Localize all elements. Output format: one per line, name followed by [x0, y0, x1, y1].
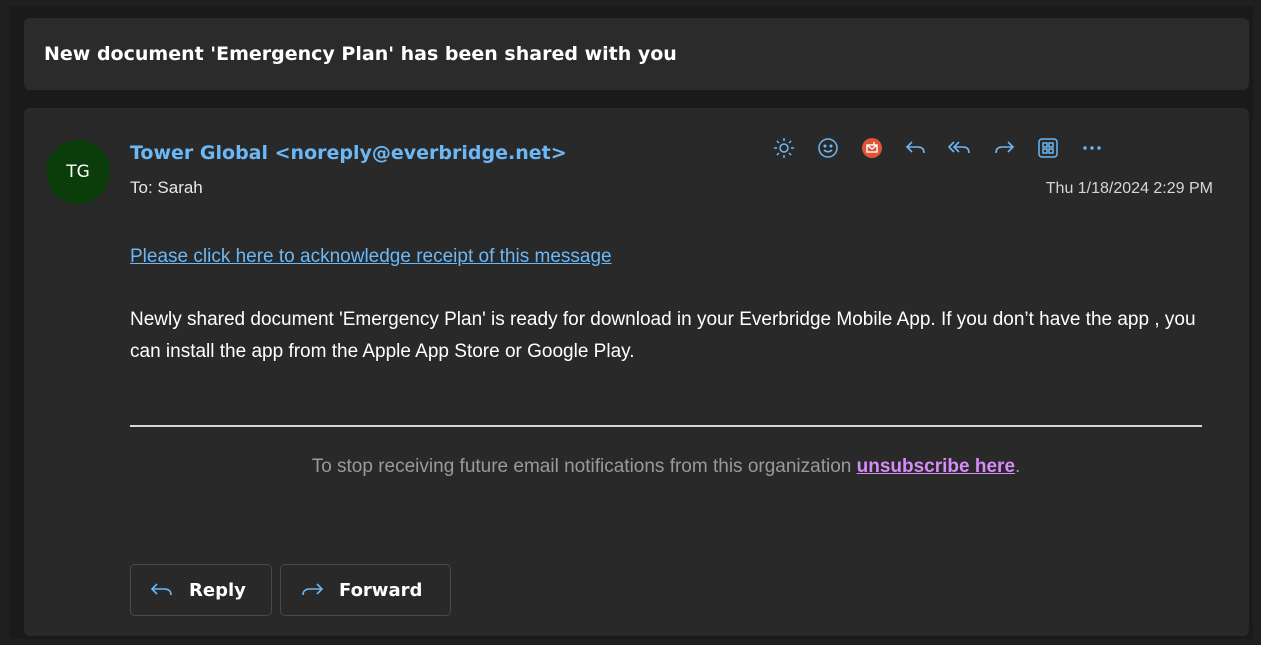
message-body: Newly shared document 'Emergency Plan' i… — [130, 309, 1196, 362]
forward-icon — [299, 580, 325, 600]
message-card: TG Tower Global <noreply@everbridge.net>… — [24, 108, 1249, 636]
more-icon[interactable] — [1070, 130, 1114, 166]
avatar-initials: TG — [66, 162, 90, 182]
unsubscribe-notice: To stop receiving future email notificat… — [130, 456, 1202, 478]
subject-bar: New document 'Emergency Plan' has been s… — [24, 18, 1249, 90]
sender-name[interactable]: Tower Global <noreply@everbridge.net> — [130, 142, 567, 164]
reply-all-icon[interactable] — [938, 130, 982, 166]
brightness-icon[interactable] — [762, 130, 806, 166]
apps-icon[interactable] — [1026, 130, 1070, 166]
message-toolbar — [762, 130, 1114, 166]
forward-button-label: Forward — [339, 579, 423, 601]
reply-icon — [149, 580, 175, 600]
reply-icon[interactable] — [894, 130, 938, 166]
divider — [130, 425, 1202, 427]
message-subject: New document 'Emergency Plan' has been s… — [44, 43, 677, 65]
forward-button[interactable]: Forward — [280, 564, 451, 616]
reply-button-label: Reply — [189, 579, 246, 601]
forward-icon[interactable] — [982, 130, 1026, 166]
avatar[interactable]: TG — [46, 140, 110, 204]
unsubscribe-suffix: . — [1015, 456, 1021, 477]
reply-button[interactable]: Reply — [130, 564, 272, 616]
unsubscribe-prefix: To stop receiving future email notificat… — [311, 456, 857, 477]
message-date: Thu 1/18/2024 2:29 PM — [1045, 180, 1213, 197]
emoji-icon[interactable] — [806, 130, 850, 166]
unsubscribe-link[interactable]: unsubscribe here — [857, 456, 1015, 477]
acknowledge-link[interactable]: Please click here to acknowledge receipt… — [130, 246, 612, 268]
recipient-line: To: Sarah — [130, 178, 203, 197]
report-icon[interactable] — [850, 130, 894, 166]
